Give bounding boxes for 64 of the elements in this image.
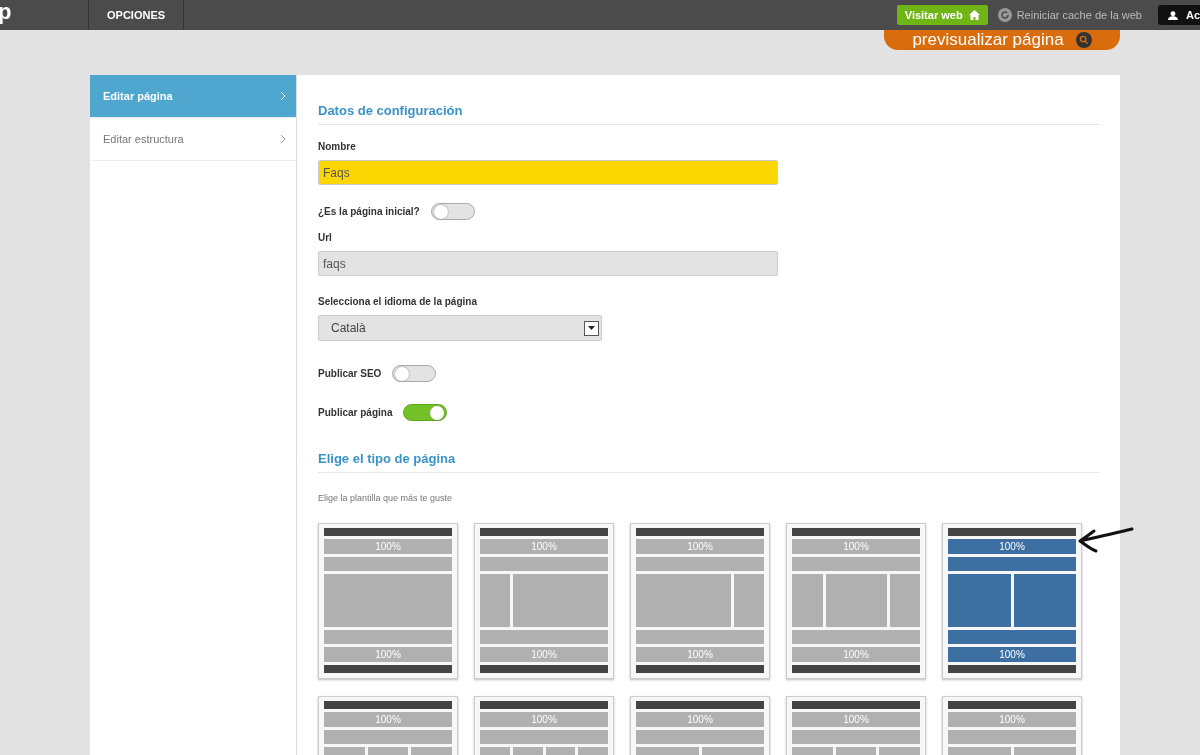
chevron-icon <box>280 134 286 144</box>
input-field[interactable]: Faqs <box>318 160 778 185</box>
toggle-switch[interactable] <box>392 365 437 382</box>
header-block: 100% <box>792 712 920 727</box>
page-template[interactable]: 100% 100% <box>630 523 770 679</box>
reset-cache-text: Reiniciar cache de la web <box>1016 9 1142 21</box>
header-block: 100% <box>480 712 608 727</box>
section-title: Datos de configuración <box>318 75 1099 125</box>
header-block: 100% <box>324 712 452 727</box>
hint-text: Elige la plantilla que más te guste <box>318 493 454 503</box>
column-block <box>480 574 510 627</box>
section-title: Elige el tipo de página <box>318 421 1099 473</box>
menu-tab[interactable]: OPCIONES <box>88 0 185 30</box>
column-block <box>792 574 823 627</box>
arrow-icon <box>1076 525 1134 555</box>
user-icon <box>1168 8 1178 22</box>
input-field[interactable]: faqs <box>318 251 778 276</box>
preview-button[interactable]: previsualizar página <box>884 30 1120 50</box>
footer-block: 100% <box>324 647 452 662</box>
footer-block: 100% <box>948 647 1076 662</box>
header-block: 100% <box>636 539 764 554</box>
language-select[interactable]: Català <box>318 315 602 341</box>
column-block <box>1013 574 1076 627</box>
column-block <box>734 574 764 627</box>
page-template[interactable]: 100% <box>630 696 770 755</box>
chevron-icon <box>280 91 286 101</box>
footer-block: 100% <box>792 647 920 662</box>
toggle-label: Publicar página <box>318 407 393 418</box>
column-block <box>948 574 1011 627</box>
header-block: 100% <box>948 539 1076 554</box>
page-template[interactable]: 100% <box>318 696 458 755</box>
page-template[interactable]: 100% 100% <box>942 523 1082 679</box>
header-block: 100% <box>792 539 920 554</box>
page-template[interactable]: 100% 100% <box>474 523 614 679</box>
header-block: 100% <box>948 712 1076 727</box>
footer-block: 100% <box>480 647 608 662</box>
visit-web-button[interactable]: Visitar web <box>896 5 988 25</box>
user-name: Ac <box>1185 9 1200 21</box>
page-template[interactable]: 100% <box>942 696 1082 755</box>
sidebar-item[interactable]: Editar página <box>90 75 296 118</box>
search-icon <box>1075 32 1092 48</box>
field-label: Selecciona el idioma de la página <box>318 296 478 307</box>
toggle-label: ¿Es la página inicial? <box>318 206 420 217</box>
page-template[interactable]: 100% 100% <box>318 523 458 679</box>
footer-block: 100% <box>636 647 764 662</box>
column-block <box>825 574 887 627</box>
page-template[interactable]: 100% 100% <box>786 523 926 679</box>
page-template[interactable]: 100% <box>474 696 614 755</box>
column-block <box>889 574 920 627</box>
field-label: Nombre <box>318 141 357 152</box>
toggle-switch[interactable] <box>430 203 475 220</box>
header-block: 100% <box>324 539 452 554</box>
logo[interactable]: p <box>0 0 88 25</box>
refresh-icon <box>997 8 1012 22</box>
header-block: 100% <box>636 712 764 727</box>
user-button[interactable]: Ac <box>1158 5 1200 25</box>
dropdown-caret-icon <box>584 320 599 336</box>
field-label: Url <box>318 232 333 243</box>
reset-cache-link[interactable]: Reiniciar cache de la web <box>997 8 1142 22</box>
toggle-label: Publicar SEO <box>318 368 382 379</box>
page-template[interactable]: 100% <box>786 696 926 755</box>
toggle-switch[interactable] <box>403 404 448 421</box>
header-block: 100% <box>480 539 608 554</box>
home-icon <box>968 10 980 20</box>
